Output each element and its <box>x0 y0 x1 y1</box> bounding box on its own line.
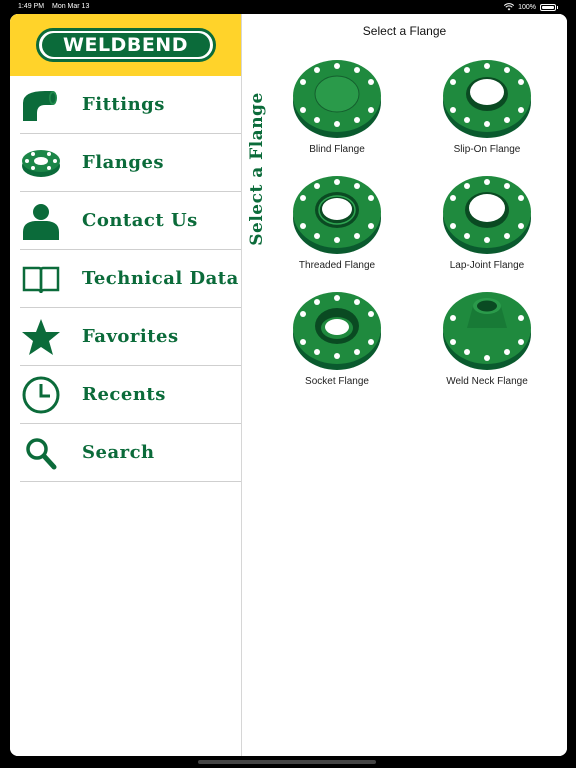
logo-band: WELDBEND <box>10 14 241 76</box>
sidebar: WELDBEND Fittings Flanges Contact Us Tec… <box>10 14 242 756</box>
clock-icon <box>20 374 62 416</box>
sidebar-item-fittings[interactable]: Fittings <box>20 76 241 134</box>
logo-text: WELDBEND <box>41 33 210 57</box>
flange-tile-blind[interactable]: Blind Flange <box>262 56 412 172</box>
search-icon <box>20 432 62 474</box>
flange-grid: Blind Flange Slip-On Flange Threaded Fla… <box>262 56 562 404</box>
blind-flange-image <box>293 60 381 138</box>
sidebar-item-label: Fittings <box>82 94 165 115</box>
flange-tile-lap-joint[interactable]: Lap-Joint Flange <box>412 172 562 288</box>
slip-on-flange-image <box>443 60 531 138</box>
main-content: Select a Flange Select a Flange Blind Fl… <box>242 14 567 756</box>
weldbend-logo[interactable]: WELDBEND <box>35 28 216 62</box>
status-time: 1:49 PM <box>18 3 45 10</box>
book-icon <box>20 258 62 300</box>
threaded-flange-image <box>293 176 381 254</box>
wifi-icon <box>504 3 515 11</box>
sidebar-item-label: Search <box>82 442 155 463</box>
sidebar-item-search[interactable]: Search <box>20 424 241 482</box>
socket-flange-image <box>293 292 381 370</box>
star-icon <box>20 316 62 358</box>
flange-tile-threaded[interactable]: Threaded Flange <box>262 172 412 288</box>
flange-tile-weld-neck[interactable]: Weld Neck Flange <box>412 288 562 404</box>
app-screen: WELDBEND Fittings Flanges Contact Us Tec… <box>10 14 567 756</box>
battery-icon <box>540 3 556 11</box>
sidebar-item-contact-us[interactable]: Contact Us <box>20 192 241 250</box>
battery-cap <box>557 5 558 9</box>
status-date: Mon Mar 13 <box>52 3 90 10</box>
sidebar-item-recents[interactable]: Recents <box>20 366 241 424</box>
sidebar-item-label: Technical Data <box>82 268 239 289</box>
flange-label: Weld Neck Flange <box>446 376 528 387</box>
flange-label: Blind Flange <box>309 144 365 155</box>
lap-joint-flange-image <box>443 176 531 254</box>
status-right: 100% <box>504 3 558 11</box>
sidebar-item-label: Favorites <box>82 326 179 347</box>
sidebar-item-label: Recents <box>82 384 166 405</box>
flange-label: Socket Flange <box>305 376 369 387</box>
sidebar-menu: Fittings Flanges Contact Us Technical Da… <box>10 76 241 482</box>
sidebar-item-label: Contact Us <box>82 210 198 231</box>
flange-icon <box>20 142 62 184</box>
flange-tile-socket[interactable]: Socket Flange <box>262 288 412 404</box>
home-indicator[interactable] <box>198 760 376 764</box>
elbow-fitting-icon <box>20 84 62 126</box>
sidebar-item-technical-data[interactable]: Technical Data <box>20 250 241 308</box>
flange-label: Lap-Joint Flange <box>449 260 525 271</box>
status-bar: 1:49 PM Mon Mar 13 100% <box>0 0 576 14</box>
battery-percent: 100% <box>518 3 536 11</box>
page-title: Select a Flange <box>362 24 447 38</box>
sidebar-item-label: Flanges <box>82 152 165 173</box>
flange-label: Threaded Flange <box>298 260 376 271</box>
person-icon <box>20 200 62 242</box>
weld-neck-flange-image <box>443 292 531 370</box>
sidebar-item-favorites[interactable]: Favorites <box>20 308 241 366</box>
sidebar-item-flanges[interactable]: Flanges <box>20 134 241 192</box>
flange-label: Slip-On Flange <box>453 144 521 155</box>
flange-tile-slip-on[interactable]: Slip-On Flange <box>412 56 562 172</box>
